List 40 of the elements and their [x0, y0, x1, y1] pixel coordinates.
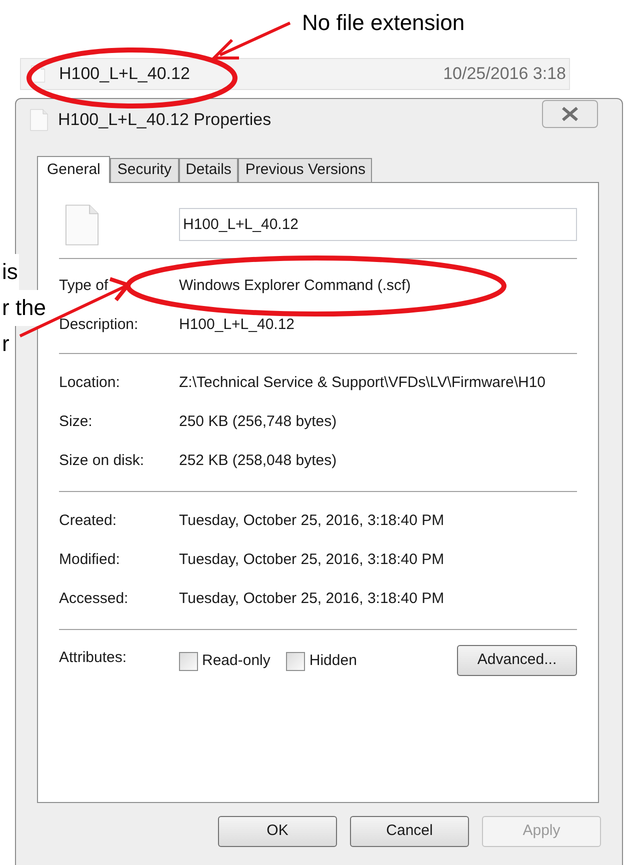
checkbox[interactable]	[179, 652, 198, 670]
checkbox-label: Hidden	[309, 650, 357, 671]
property-value: H100_L+L_40.12	[179, 315, 295, 336]
file-date: 10/25/2016 3:18	[443, 63, 566, 86]
property-value: 250 KB (256,748 bytes)	[179, 412, 337, 432]
checkbox[interactable]	[286, 652, 306, 670]
dialog-button[interactable]: Cancel	[350, 816, 469, 847]
property-label: Created:	[59, 511, 118, 532]
property-value: 252 KB (258,048 bytes)	[179, 451, 337, 472]
property-label: Modified:	[59, 550, 121, 570]
tab[interactable]: Security	[110, 158, 179, 182]
checkbox-label: Read-only	[202, 650, 270, 671]
advanced-button[interactable]: Advanced...	[457, 644, 577, 676]
callout-text: No file extension	[302, 9, 465, 37]
file-name-field[interactable]: H100_L+L_40.12	[179, 208, 577, 241]
side-note-text: is	[1, 254, 19, 290]
side-note-text: r the	[1, 290, 48, 326]
close-button[interactable]	[542, 100, 598, 128]
window-title: H100_L+L_40.12 Properties	[58, 109, 272, 132]
file-icon	[30, 109, 48, 131]
file-name: H100_L+L_40.12	[59, 63, 190, 86]
property-value: Z:\Technical Service & Support\VFDs\LV\Firmware\H10	[179, 373, 546, 394]
property-label: Accessed:	[59, 589, 130, 610]
tab[interactable]: Details	[178, 158, 238, 182]
tab[interactable]: General	[37, 156, 110, 183]
tab[interactable]: Previous Versions	[238, 158, 372, 182]
property-label: Location:	[59, 373, 121, 394]
file-icon	[65, 204, 99, 246]
property-value: Windows Explorer Command (.scf)	[179, 276, 411, 296]
property-value: Tuesday, October 25, 2016, 3:18:40 PM	[179, 550, 444, 570]
property-label: Size on disk:	[59, 451, 146, 472]
attributes-label: Attributes:	[59, 648, 128, 668]
property-value: Tuesday, October 25, 2016, 3:18:40 PM	[179, 511, 444, 532]
file-list-row[interactable]: H100_L+L_40.12 10/25/2016 3:18	[20, 58, 570, 90]
property-value: Tuesday, October 25, 2016, 3:18:40 PM	[179, 589, 444, 610]
dialog-button[interactable]: OK	[218, 816, 337, 847]
property-label: Size:	[59, 412, 94, 432]
property-label: Type of	[59, 276, 110, 296]
property-label: Description:	[59, 315, 140, 336]
close-icon	[561, 107, 579, 121]
